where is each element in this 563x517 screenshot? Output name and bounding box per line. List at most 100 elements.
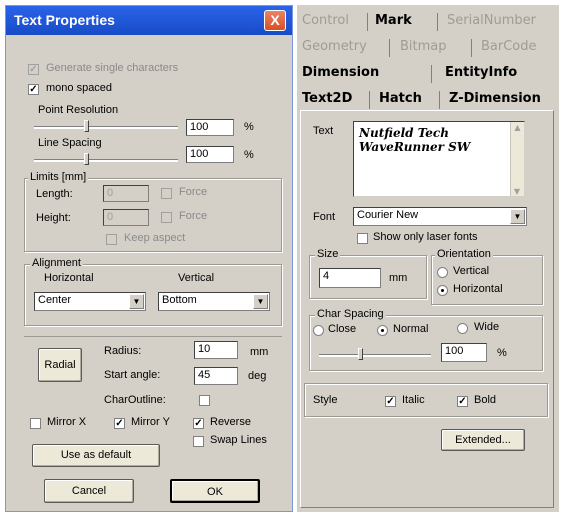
length-force-label: Force <box>179 186 208 198</box>
use-as-default-button[interactable]: Use as default <box>32 444 160 467</box>
mirror-y-checkbox[interactable]: ✓ <box>114 418 125 429</box>
char-outline-checkbox[interactable] <box>199 395 210 406</box>
tab-entity-info[interactable]: EntityInfo <box>445 63 517 84</box>
length-force-checkbox[interactable] <box>161 188 172 199</box>
extended-button[interactable]: Extended... <box>441 429 525 451</box>
tab-divider <box>389 39 390 57</box>
line-spacing-unit: % <box>244 149 254 161</box>
radius-input[interactable]: 10 <box>194 341 238 359</box>
tab-geometry[interactable]: Geometry <box>302 37 367 58</box>
start-angle-input[interactable]: 45 <box>194 367 238 385</box>
horizontal-select[interactable]: Center ▼ <box>34 292 146 311</box>
text-line-1: Nutfield Tech <box>359 126 449 140</box>
bold-checkbox[interactable]: ✓ <box>457 396 468 407</box>
height-input[interactable]: 0 <box>103 209 149 226</box>
keep-aspect-checkbox[interactable] <box>106 234 117 245</box>
orientation-title: Orientation <box>435 248 493 260</box>
close-radio[interactable] <box>313 325 324 336</box>
normal-radio[interactable] <box>377 325 388 336</box>
point-resolution-slider[interactable] <box>34 126 178 129</box>
size-unit: mm <box>389 272 408 284</box>
tab-dimension[interactable]: Dimension <box>302 63 379 84</box>
close-icon[interactable]: X <box>264 10 286 31</box>
bold-label: Bold <box>474 394 497 406</box>
tab-bitmap[interactable]: Bitmap <box>400 37 447 58</box>
font-label: Font <box>313 211 336 223</box>
wide-label: Wide <box>474 321 500 333</box>
only-laser-fonts-checkbox[interactable] <box>357 233 368 244</box>
wide-radio[interactable] <box>457 323 468 334</box>
point-resolution-input[interactable]: 100 <box>186 119 234 136</box>
text-scrollbar[interactable]: ▲ ▼ <box>510 122 524 196</box>
char-outline-label: CharOutline: <box>104 394 166 406</box>
italic-label: Italic <box>402 394 425 406</box>
height-label: Height: <box>36 212 71 224</box>
radial-button[interactable]: Radial <box>38 348 82 382</box>
scroll-down-icon[interactable]: ▼ <box>511 186 523 196</box>
horizontal-value: Center <box>38 294 72 306</box>
text-input[interactable]: Nutfield Tech WaveRunner SW ▲ ▼ <box>353 121 525 197</box>
cancel-button[interactable]: Cancel <box>44 479 134 503</box>
ok-button[interactable]: OK <box>170 479 260 503</box>
char-spacing-title: Char Spacing <box>315 308 386 320</box>
generate-single-checkbox[interactable]: ✓ <box>28 64 39 75</box>
line-spacing-input[interactable]: 100 <box>186 146 234 163</box>
tab-hatch[interactable]: Hatch <box>379 89 422 110</box>
mono-spaced-checkbox[interactable]: ✓ <box>28 84 39 95</box>
height-force-checkbox[interactable] <box>161 212 172 223</box>
point-resolution-thumb[interactable] <box>84 120 89 132</box>
vertical-value: Bottom <box>162 294 197 306</box>
mirror-x-checkbox[interactable] <box>30 418 41 429</box>
vertical-select[interactable]: Bottom ▼ <box>158 292 270 311</box>
dropdown-arrow-icon[interactable]: ▼ <box>510 209 525 224</box>
tab-divider <box>439 91 440 109</box>
length-input[interactable]: 0 <box>103 185 149 202</box>
swap-lines-label: Swap Lines <box>210 434 267 446</box>
char-spacing-thumb[interactable] <box>358 348 363 360</box>
tab-barcode[interactable]: BarCode <box>481 37 537 58</box>
dropdown-arrow-icon[interactable]: ▼ <box>129 294 144 309</box>
tab-z-dimension[interactable]: Z-Dimension <box>449 89 541 110</box>
size-title: Size <box>315 248 341 260</box>
horizontal-radio[interactable] <box>437 285 448 296</box>
mirror-y-label: Mirror Y <box>131 416 170 428</box>
tab-divider <box>367 13 368 31</box>
height-force-label: Force <box>179 210 208 222</box>
start-angle-unit: deg <box>248 370 267 382</box>
mirror-x-label: Mirror X <box>47 416 87 428</box>
horizontal-label: Horizontal <box>44 272 94 284</box>
italic-checkbox[interactable]: ✓ <box>385 396 396 407</box>
size-input[interactable]: 4 <box>319 268 381 288</box>
radius-label: Radius: <box>104 345 142 357</box>
font-select[interactable]: Courier New ▼ <box>353 207 527 226</box>
mono-spaced-label: mono spaced <box>46 82 113 94</box>
alignment-title: Alignment <box>30 257 83 269</box>
reverse-checkbox[interactable]: ✓ <box>193 418 204 429</box>
title-bar: Text Properties X <box>6 6 292 35</box>
generate-single-label: Generate single characters <box>46 62 179 74</box>
radius-unit: mm <box>250 346 269 358</box>
only-laser-fonts-label: Show only laser fonts <box>373 231 478 243</box>
style-group <box>304 383 548 417</box>
tab-serial-number[interactable]: SerialNumber <box>447 11 536 32</box>
char-spacing-slider[interactable] <box>319 354 431 357</box>
vertical-label: Vertical <box>453 265 490 277</box>
line-spacing-slider[interactable] <box>34 159 178 162</box>
tab-mark[interactable]: Mark <box>375 11 412 32</box>
char-spacing-input[interactable]: 100 <box>441 343 487 362</box>
tab-text2d[interactable]: Text2D <box>302 89 352 110</box>
line-spacing-thumb[interactable] <box>84 153 89 165</box>
style-label: Style <box>313 394 338 406</box>
swap-lines-checkbox[interactable] <box>193 436 204 447</box>
point-resolution-label: Point Resolution <box>38 104 119 116</box>
dropdown-arrow-icon[interactable]: ▼ <box>253 294 268 309</box>
keep-aspect-label: Keep aspect <box>124 232 186 244</box>
scroll-up-icon[interactable]: ▲ <box>511 122 524 132</box>
text-label: Text <box>313 125 334 137</box>
tab-control[interactable]: Control <box>302 11 349 32</box>
tab-divider <box>431 65 432 83</box>
vertical-label: Vertical <box>178 272 215 284</box>
normal-label: Normal <box>393 323 429 335</box>
font-value: Courier New <box>357 209 419 221</box>
vertical-radio[interactable] <box>437 267 448 278</box>
